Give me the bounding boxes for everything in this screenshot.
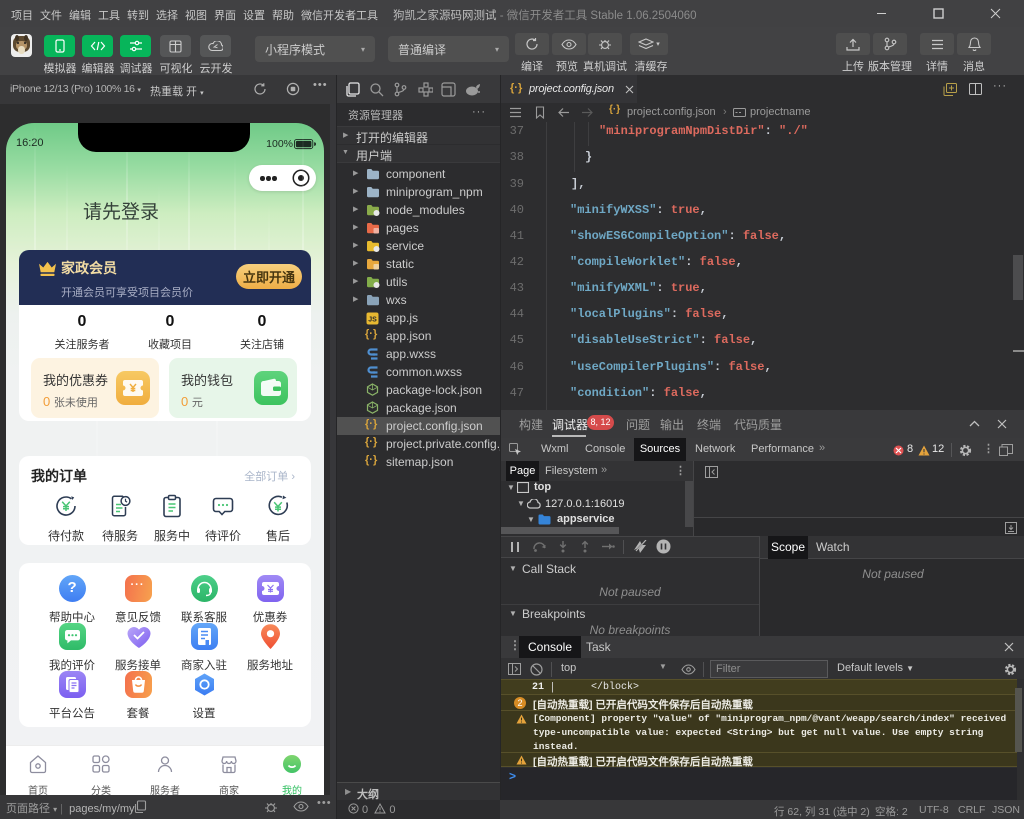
svg-text:JS: JS bbox=[368, 317, 377, 324]
